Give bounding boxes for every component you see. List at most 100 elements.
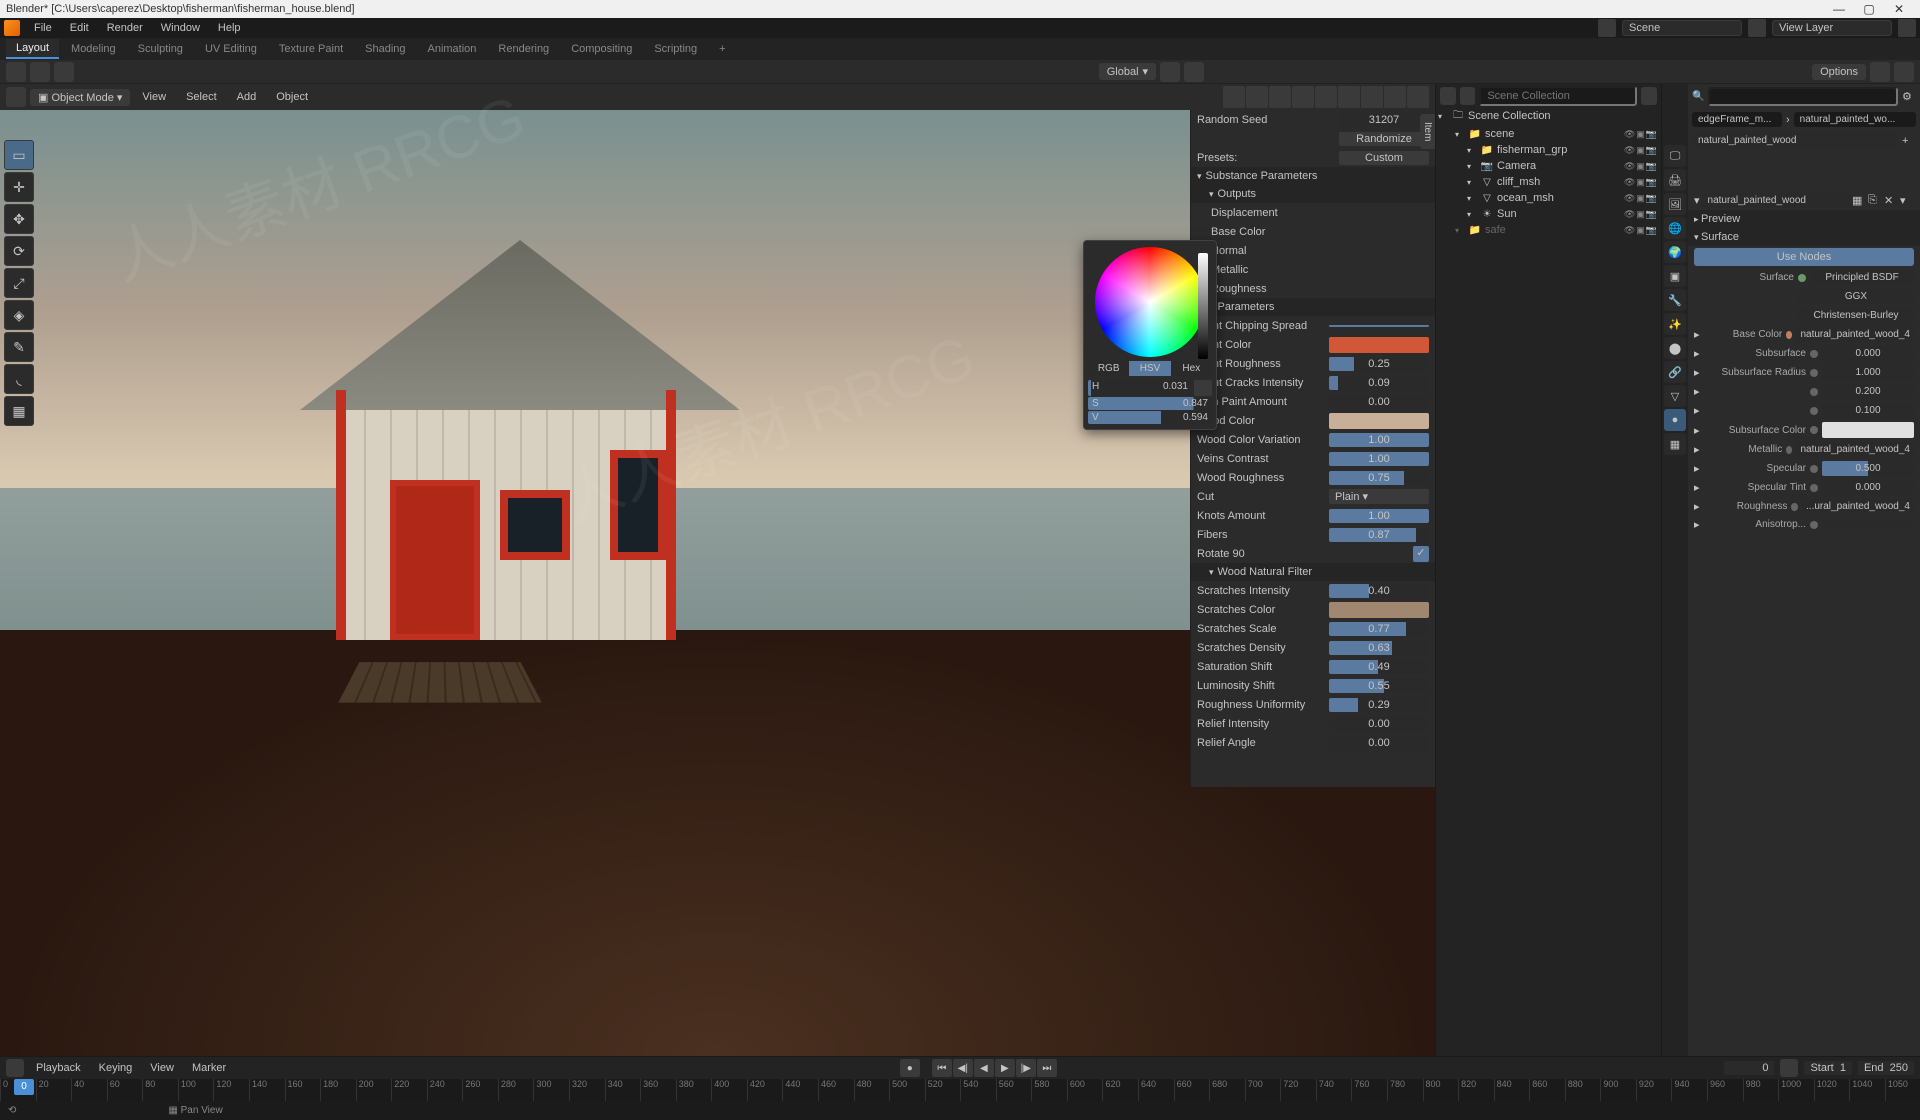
filter-slider[interactable]: 0.55: [1329, 679, 1429, 693]
sidebar-tab-item[interactable]: Item: [1420, 114, 1435, 149]
distribution1[interactable]: GGX: [1798, 289, 1914, 304]
editor-type-icon[interactable]: [6, 62, 26, 82]
color-tab-rgb[interactable]: RGB: [1088, 361, 1129, 376]
workspace-rendering[interactable]: Rendering: [488, 40, 559, 58]
output-item[interactable]: Metallic: [1197, 264, 1429, 276]
slot-add-icon[interactable]: +: [1902, 135, 1916, 147]
workspace-layout[interactable]: Layout: [6, 39, 59, 59]
eyedropper-icon[interactable]: [1194, 380, 1212, 396]
start-frame[interactable]: Start 1: [1804, 1061, 1851, 1075]
play-reverse-icon[interactable]: ◀: [974, 1059, 994, 1077]
filter-slider[interactable]: 0.63: [1329, 641, 1429, 655]
options-dropdown[interactable]: Options: [1812, 64, 1866, 80]
hue-slider[interactable]: H0.031: [1088, 380, 1192, 396]
tool-select-box[interactable]: ▭: [4, 140, 34, 170]
workspace-sculpting[interactable]: Sculpting: [128, 40, 193, 58]
filter-slider[interactable]: 0.40: [1329, 584, 1429, 598]
outliner-item[interactable]: cliff_msh: [1497, 176, 1621, 188]
outliner-item[interactable]: scene: [1485, 128, 1621, 140]
output-item[interactable]: Base Color: [1197, 226, 1429, 238]
prop-slider[interactable]: 0.500: [1822, 461, 1914, 476]
end-frame[interactable]: End 250: [1858, 1061, 1914, 1075]
menu-file[interactable]: File: [26, 20, 60, 36]
breadcrumb-material[interactable]: natural_painted_wo...: [1794, 112, 1916, 127]
maximize-button[interactable]: ▢: [1854, 2, 1884, 16]
prop-tab-output[interactable]: 🖨: [1664, 169, 1686, 191]
substance-parameters-section[interactable]: Substance Parameters: [1191, 167, 1435, 185]
wood-natural-filter-section[interactable]: Wood Natural Filter: [1191, 563, 1435, 581]
filter-slider[interactable]: 0.00: [1329, 736, 1429, 750]
timeline-type-icon[interactable]: [6, 1059, 24, 1077]
param-dropdown[interactable]: Plain ▾: [1329, 489, 1429, 504]
keyframe-prev-icon[interactable]: ◀|: [953, 1059, 973, 1077]
material-unlink-icon[interactable]: ✕: [1884, 194, 1898, 207]
presets-dropdown[interactable]: Custom: [1339, 151, 1429, 165]
xray-icon[interactable]: [1292, 86, 1314, 108]
material-copy-icon[interactable]: ⎘: [1868, 194, 1882, 207]
gizmo-icon[interactable]: [1870, 62, 1890, 82]
timeline-keying[interactable]: Keying: [93, 1062, 139, 1074]
output-item[interactable]: Normal: [1197, 245, 1429, 257]
param-slider[interactable]: 0.75: [1329, 471, 1429, 485]
playhead[interactable]: 0: [14, 1079, 34, 1095]
tool-annotate[interactable]: ✎: [4, 332, 34, 362]
output-item[interactable]: Displacement: [1197, 207, 1429, 219]
outliner-item[interactable]: safe: [1485, 224, 1621, 236]
menu-edit[interactable]: Edit: [62, 20, 97, 36]
timeline-sync-icon[interactable]: [1780, 1059, 1798, 1077]
prop-tab-texture[interactable]: ▦: [1664, 433, 1686, 455]
outliner-item[interactable]: ocean_msh: [1497, 192, 1621, 204]
menu-window[interactable]: Window: [153, 20, 208, 36]
material-name[interactable]: natural_painted_wood: [1702, 193, 1850, 208]
paste-icon[interactable]: [54, 62, 74, 82]
shading-rendered-icon[interactable]: [1384, 86, 1406, 108]
copy-icon[interactable]: [30, 62, 50, 82]
menu-help[interactable]: Help: [210, 20, 249, 36]
prop-color-swatch[interactable]: [1822, 422, 1914, 438]
gizmo-toggle-icon[interactable]: [1246, 86, 1268, 108]
prop-tab-scene[interactable]: 🌐: [1664, 217, 1686, 239]
param-swatch[interactable]: [1329, 413, 1429, 429]
prop-value[interactable]: natural_painted_wood_4: [1796, 327, 1914, 342]
param-slider[interactable]: 0.87: [1329, 528, 1429, 542]
param-slider[interactable]: 1.00: [1329, 452, 1429, 466]
outputs-section[interactable]: Outputs: [1191, 185, 1435, 203]
timeline-playback[interactable]: Playback: [30, 1062, 87, 1074]
prop-tab-modifiers[interactable]: 🔧: [1664, 289, 1686, 311]
prop-tab-render[interactable]: 🖵: [1664, 145, 1686, 167]
breadcrumb-mesh[interactable]: edgeFrame_m...: [1692, 112, 1782, 127]
randomize-button[interactable]: Randomize: [1339, 132, 1429, 146]
filter-icon[interactable]: [1898, 19, 1916, 37]
shading-solid-icon[interactable]: [1338, 86, 1360, 108]
workspace-shading[interactable]: Shading: [355, 40, 415, 58]
shading-dropdown-icon[interactable]: [1407, 86, 1429, 108]
workspace-scripting[interactable]: Scripting: [644, 40, 707, 58]
outliner-type-icon[interactable]: [1440, 87, 1456, 105]
play-icon[interactable]: ▶: [995, 1059, 1015, 1077]
material-slot[interactable]: natural_painted_wood: [1692, 133, 1898, 148]
param-slider[interactable]: 0.00: [1329, 395, 1429, 409]
filter-slider[interactable]: 0.29: [1329, 698, 1429, 712]
timeline-view[interactable]: View: [144, 1062, 180, 1074]
overlay-icon[interactable]: [1894, 62, 1914, 82]
editor-type-3dview-icon[interactable]: [6, 87, 26, 107]
preview-section[interactable]: Preview: [1688, 210, 1920, 228]
mode-dropdown[interactable]: ▣ Object Mode ▾: [30, 89, 130, 106]
menu-render[interactable]: Render: [99, 20, 151, 36]
minimize-button[interactable]: —: [1824, 2, 1854, 16]
color-tab-hsv[interactable]: HSV: [1129, 361, 1170, 376]
parameters-section[interactable]: Parameters: [1191, 298, 1435, 316]
workspace-modeling[interactable]: Modeling: [61, 40, 126, 58]
param-slider[interactable]: 1.00: [1329, 433, 1429, 447]
workspace-compositing[interactable]: Compositing: [561, 40, 642, 58]
param-slider[interactable]: 1.00: [1329, 509, 1429, 523]
param-slider[interactable]: 0.09: [1329, 376, 1429, 390]
filter-slider[interactable]: 0.00: [1329, 717, 1429, 731]
material-dropdown-icon[interactable]: ▾: [1900, 194, 1914, 207]
snap-icon[interactable]: [1160, 62, 1180, 82]
tool-move[interactable]: ✥: [4, 204, 34, 234]
param-slider[interactable]: [1329, 325, 1429, 327]
tool-measure[interactable]: ◟: [4, 364, 34, 394]
prop-value[interactable]: 0.100: [1822, 403, 1914, 418]
use-nodes-button[interactable]: Use Nodes: [1694, 248, 1914, 266]
